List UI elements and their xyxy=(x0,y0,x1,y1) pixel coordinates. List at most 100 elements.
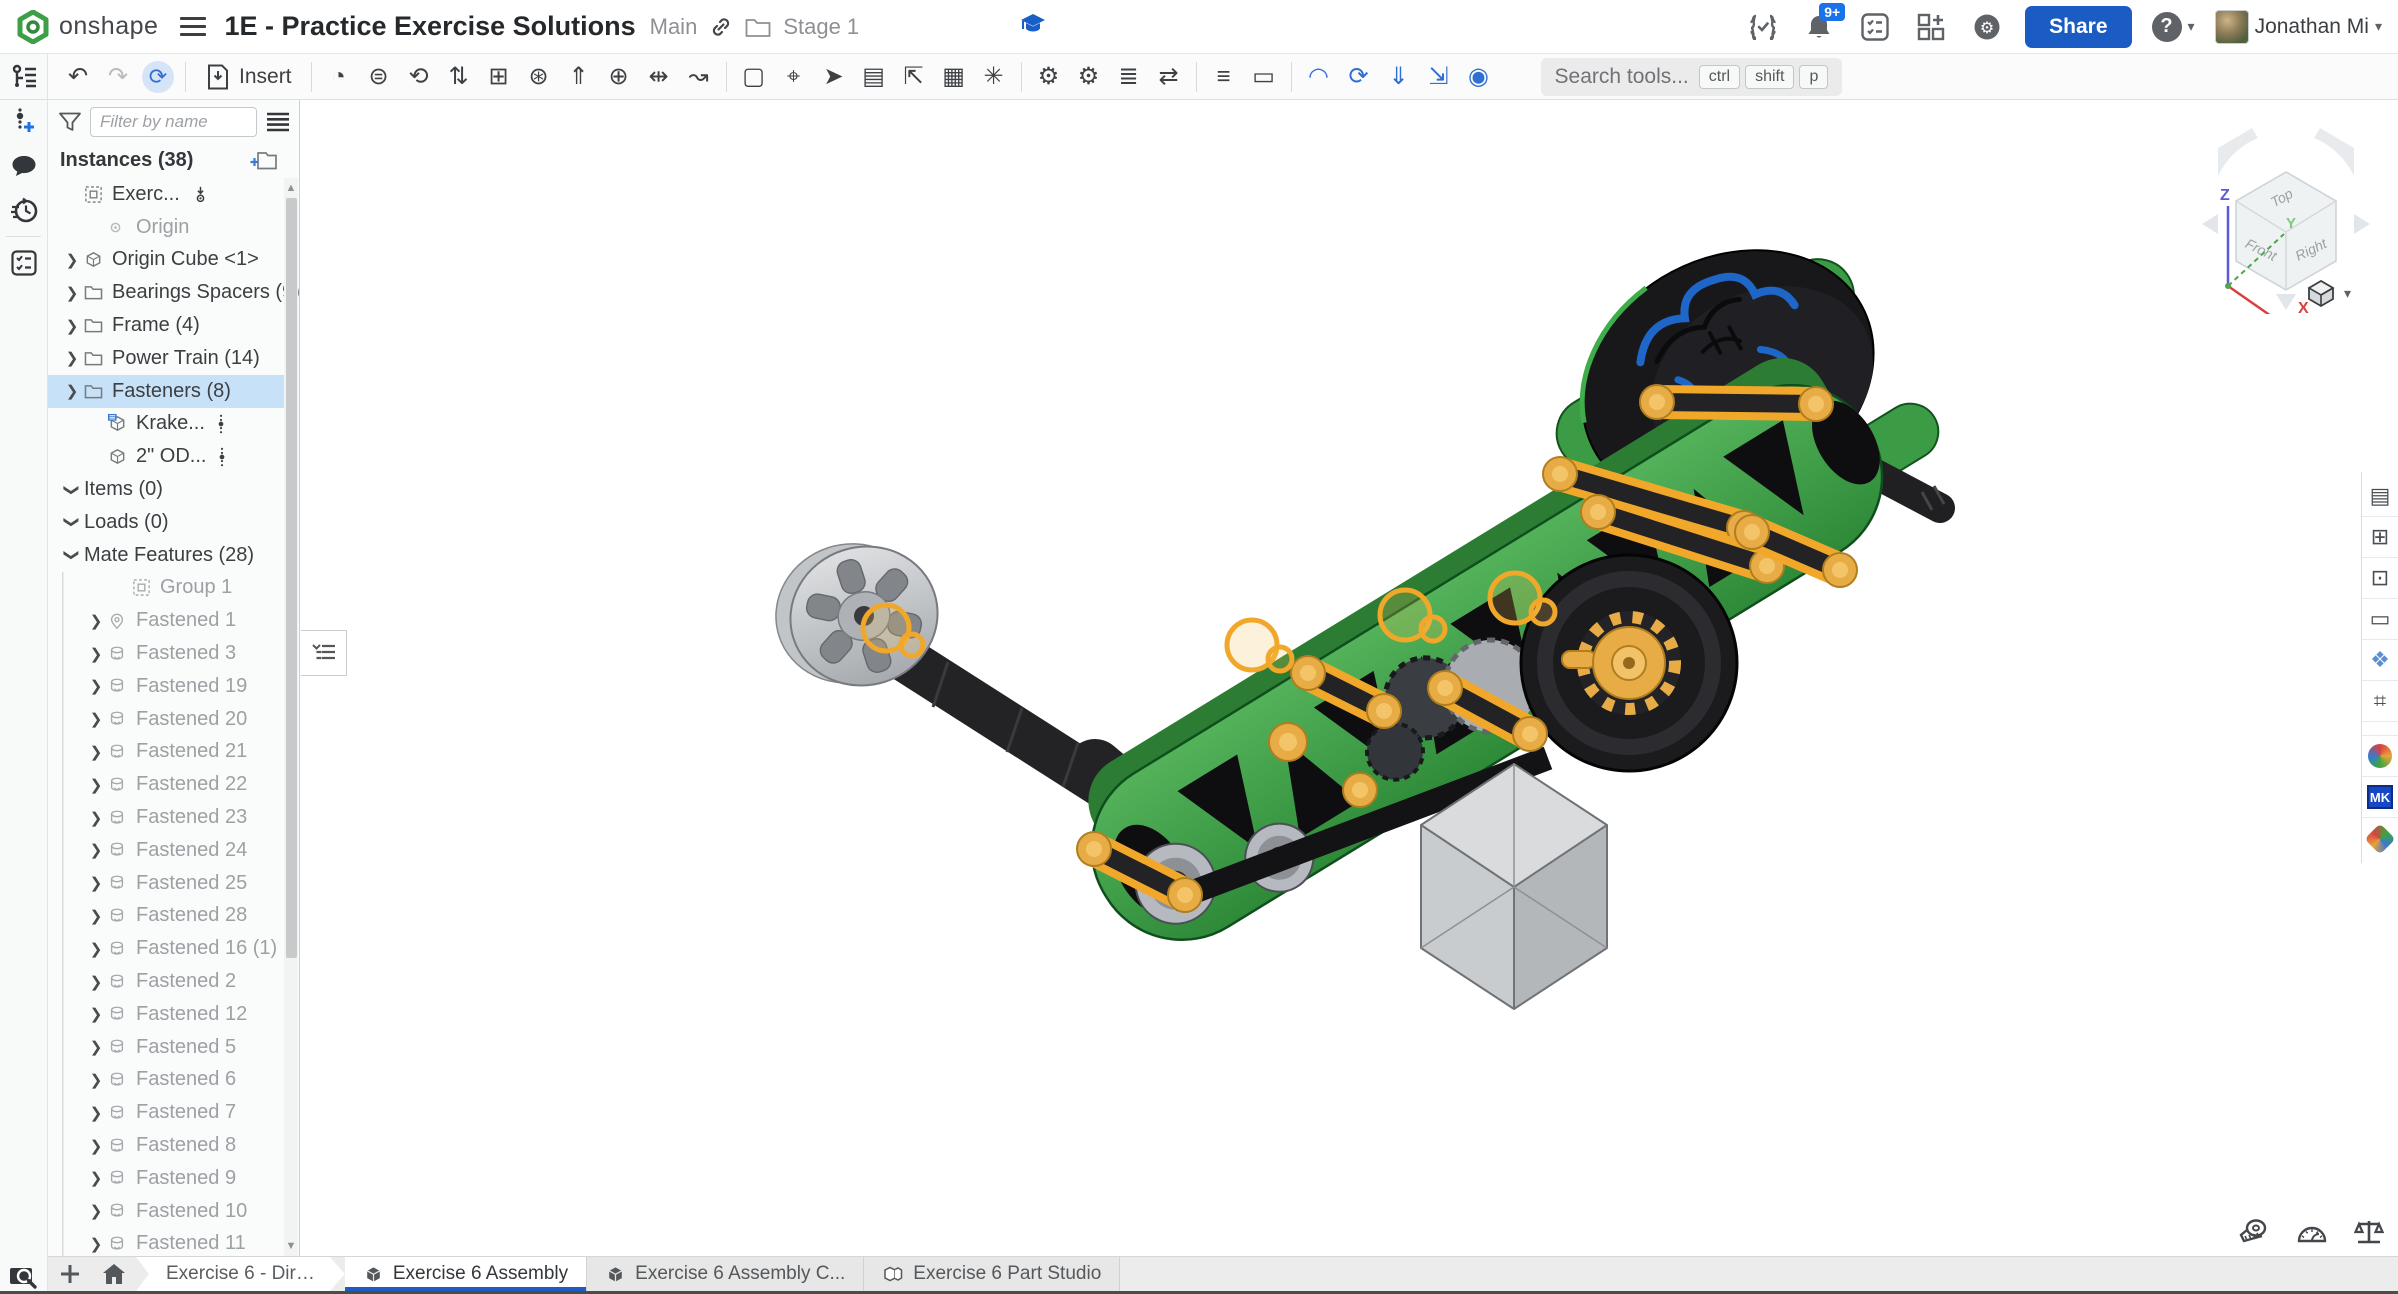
ball-mate-button[interactable]: ⊛ xyxy=(519,56,559,98)
gear-relation-button[interactable]: ⚙ xyxy=(1029,56,1069,98)
follow-checklist-button[interactable] xyxy=(0,241,47,285)
link-icon[interactable] xyxy=(709,15,733,39)
chevron-right-icon[interactable]: ❯ xyxy=(84,1202,108,1220)
tab-exercise6-assembly-copy[interactable]: Exercise 6 Assembly C... xyxy=(587,1257,864,1291)
chevron-right-icon[interactable]: ❯ xyxy=(84,940,108,958)
tree-item-items-section[interactable]: ❯Items (0) xyxy=(48,473,284,506)
list-view-icon[interactable] xyxy=(265,111,291,133)
animate-drop-button[interactable]: ⇓ xyxy=(1379,56,1419,98)
tree-item-fastened-24[interactable]: ❯Fastened 24 xyxy=(48,834,284,867)
chevron-right-icon[interactable]: ❯ xyxy=(60,382,84,400)
sidebar-scrollbar[interactable]: ▲ ▼ xyxy=(284,178,298,1256)
chevron-right-icon[interactable]: ❯ xyxy=(84,677,108,695)
graphics-area[interactable]: Top Front Right Z X Y ▾ ▤⊞⊡▭❖⌗MK xyxy=(300,100,2398,1256)
app-color-wheel-button[interactable] xyxy=(2362,736,2398,777)
feature-script-icon[interactable] xyxy=(1745,9,1781,45)
tree-item-fastened-11[interactable]: ❯Fastened 11 xyxy=(48,1228,284,1257)
apps-grid-icon[interactable] xyxy=(1913,9,1949,45)
filter-input[interactable] xyxy=(90,107,257,137)
tree-item-fastened-7[interactable]: ❯Fastened 7 xyxy=(48,1096,284,1129)
rack-and-pinion-relation-button[interactable]: ≣ xyxy=(1109,56,1149,98)
exploded-view-button[interactable]: ✳ xyxy=(974,56,1014,98)
main-menu-icon[interactable] xyxy=(180,17,206,37)
onshape-logo[interactable]: onshape xyxy=(16,10,158,44)
search-in-graphics-button[interactable] xyxy=(0,1264,48,1290)
tree-item-origin[interactable]: Origin xyxy=(48,211,284,244)
tree-item-fastened-2[interactable]: ❯Fastened 2 xyxy=(48,965,284,998)
versions-history-button[interactable] xyxy=(0,188,47,232)
tree-item-bearings-spacers-folder[interactable]: ❯Bearings Spacers (9) xyxy=(48,276,284,309)
mate-button[interactable]: ◔ xyxy=(319,56,359,98)
chevron-right-icon[interactable]: ❯ xyxy=(84,809,108,827)
assembly-structure-button[interactable] xyxy=(0,54,47,100)
assembly-model[interactable] xyxy=(300,100,2398,1256)
tree-item-fastened-6[interactable]: ❯Fastened 6 xyxy=(48,1064,284,1097)
workspace-name[interactable]: Stage 1 xyxy=(783,14,859,40)
app-pinwheel-button[interactable] xyxy=(2362,818,2398,859)
planar-mate-button[interactable]: ⊞ xyxy=(479,56,519,98)
tab-exercise6-directory[interactable]: Exercise 6 - Dir… xyxy=(136,1257,345,1291)
bill-of-materials-button[interactable]: ≡ xyxy=(1204,56,1244,98)
chevron-right-icon[interactable]: ❯ xyxy=(60,251,84,269)
tree-item-fastened-19[interactable]: ❯Fastened 19 xyxy=(48,670,284,703)
standoff-fastener[interactable] xyxy=(1640,385,1833,421)
tree-item-od-part[interactable]: 2" OD... xyxy=(48,440,284,473)
screw-relation-button[interactable]: ⇄ xyxy=(1149,56,1189,98)
tab-exercise6-part-studio[interactable]: Exercise 6 Part Studio xyxy=(864,1257,1120,1291)
chevron-right-icon[interactable]: ❯ xyxy=(84,907,108,925)
linear-pattern-button[interactable]: ▦ xyxy=(934,56,974,98)
tree-item-fastened-21[interactable]: ❯Fastened 21 xyxy=(48,736,284,769)
tree-item-frame-folder[interactable]: ❯Frame (4) xyxy=(48,309,284,342)
tape-measure-icon[interactable] xyxy=(2238,1218,2270,1246)
chevron-right-icon[interactable]: ❯ xyxy=(84,1104,108,1122)
animate-collapse-button[interactable]: ⇲ xyxy=(1419,56,1459,98)
undo-button[interactable]: ↶ xyxy=(58,56,98,98)
tree-item-origin-cube[interactable]: ❯Origin Cube <1> xyxy=(48,244,284,277)
group-parts-button[interactable]: ▢ xyxy=(734,56,774,98)
chevron-down-icon[interactable]: ❯ xyxy=(63,478,81,502)
cam-relation-button[interactable]: ⚙ xyxy=(1069,56,1109,98)
chevron-down-icon[interactable]: ❯ xyxy=(63,510,81,534)
chevron-right-icon[interactable]: ❯ xyxy=(84,743,108,761)
fastened-mate-button[interactable]: ⊜ xyxy=(359,56,399,98)
chevron-right-icon[interactable]: ❯ xyxy=(60,284,84,302)
tree-item-fastened-9[interactable]: ❯Fastened 9 xyxy=(48,1162,284,1195)
anchor-icon[interactable] xyxy=(192,186,209,203)
configurations-panel-button[interactable]: ⊞ xyxy=(2362,517,2398,558)
view-mode-button[interactable]: ▾ xyxy=(2306,278,2351,308)
scrollbar-thumb[interactable] xyxy=(286,198,297,958)
slider-mate-button[interactable]: ⇅ xyxy=(439,56,479,98)
chevron-right-icon[interactable]: ❯ xyxy=(84,776,108,794)
branch-name[interactable]: Main xyxy=(650,14,698,40)
account-menu[interactable]: Jonathan Mi ▾ xyxy=(2215,10,2382,44)
chevron-right-icon[interactable]: ❯ xyxy=(84,874,108,892)
configurations-button[interactable]: ▭ xyxy=(1244,56,1284,98)
named-views-button[interactable]: ◉ xyxy=(1459,56,1499,98)
share-button[interactable]: Share xyxy=(2025,6,2131,48)
chevron-right-icon[interactable]: ❯ xyxy=(84,1137,108,1155)
scroll-up-icon[interactable]: ▲ xyxy=(284,182,298,194)
tree-item-fastened-23[interactable]: ❯Fastened 23 xyxy=(48,801,284,834)
scroll-down-icon[interactable]: ▼ xyxy=(284,1240,298,1252)
tree-item-fastened-10[interactable]: ❯Fastened 10 xyxy=(48,1195,284,1228)
redo-button[interactable]: ↷ xyxy=(98,56,138,98)
tree-item-group-1[interactable]: Group 1 xyxy=(48,572,284,605)
linked-documents-panel-button[interactable]: ⊡ xyxy=(2362,558,2398,599)
dof-icon[interactable] xyxy=(217,414,225,434)
tree-item-fastened-16[interactable]: ❯Fastened 16 (1) xyxy=(48,932,284,965)
tree-item-fastened-28[interactable]: ❯Fastened 28 xyxy=(48,900,284,933)
chevron-right-icon[interactable]: ❯ xyxy=(84,1235,108,1253)
rollback-sync-button[interactable]: ⟳ xyxy=(138,56,178,98)
comments-button[interactable] xyxy=(0,144,47,188)
help-menu[interactable]: ? ▾ xyxy=(2152,12,2195,42)
chevron-right-icon[interactable]: ❯ xyxy=(84,841,108,859)
chevron-right-icon[interactable]: ❯ xyxy=(84,710,108,728)
tree-item-fastened-22[interactable]: ❯Fastened 22 xyxy=(48,768,284,801)
tree-item-fastened-25[interactable]: ❯Fastened 25 xyxy=(48,867,284,900)
chevron-right-icon[interactable]: ❯ xyxy=(84,612,108,630)
animate-spin-button[interactable]: ⟳ xyxy=(1339,56,1379,98)
parallel-mate-button[interactable]: ⇹ xyxy=(639,56,679,98)
add-mate-connector-button[interactable] xyxy=(0,100,47,144)
tree-item-fastened-5[interactable]: ❯Fastened 5 xyxy=(48,1031,284,1064)
tree-item-fastened-8[interactable]: ❯Fastened 8 xyxy=(48,1129,284,1162)
